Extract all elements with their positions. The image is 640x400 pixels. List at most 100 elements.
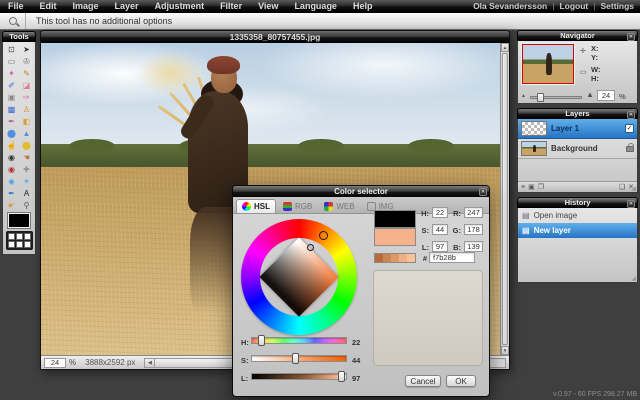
user-name[interactable]: Ola Sevandersson xyxy=(473,1,547,11)
menu-language[interactable]: Language xyxy=(286,1,345,11)
tool-sharpen-button[interactable]: ▲ xyxy=(19,127,34,139)
tool-eraser-button[interactable]: ◪ xyxy=(19,79,34,91)
recent-swatch[interactable] xyxy=(399,254,407,262)
tool-draw-button[interactable]: ✒ xyxy=(4,115,19,127)
h-slider[interactable] xyxy=(251,337,347,344)
vertical-scrollbar[interactable]: ▲ ▼ xyxy=(500,43,509,355)
swatch-palette[interactable] xyxy=(6,231,33,250)
g-field-input[interactable] xyxy=(464,224,483,235)
settings-link[interactable]: Settings xyxy=(600,1,634,11)
tool-gradient-button[interactable]: ▩ xyxy=(4,103,19,115)
scroll-down-icon[interactable]: ▼ xyxy=(501,346,509,355)
tool-zoom-button[interactable]: ⚲ xyxy=(19,199,34,211)
history-titlebar[interactable]: History ✕ xyxy=(517,197,638,208)
tool-clone-stamp-button[interactable]: ▣ xyxy=(4,91,19,103)
color-wheel[interactable] xyxy=(241,219,357,335)
l-field-input[interactable] xyxy=(432,241,448,252)
tools-panel-titlebar[interactable]: Tools xyxy=(2,31,36,42)
lock-icon[interactable] xyxy=(626,146,634,152)
dialog-titlebar[interactable]: Color selector ✕ xyxy=(233,186,489,197)
tool-marquee-button[interactable]: ▭ xyxy=(4,55,19,67)
close-icon[interactable]: ✕ xyxy=(627,111,635,119)
navigator-titlebar[interactable]: Navigator ✕ xyxy=(517,30,638,41)
zoom-out-icon[interactable]: ▲ xyxy=(521,93,526,99)
r-field-input[interactable] xyxy=(464,207,483,218)
close-icon[interactable]: ✕ xyxy=(627,33,635,41)
layer-row-background[interactable]: Background xyxy=(518,139,637,159)
menu-layer[interactable]: Layer xyxy=(107,1,147,11)
tool-smudge-button[interactable]: ☝ xyxy=(4,139,19,151)
tool-type-button[interactable]: A xyxy=(19,187,34,199)
h-field-input[interactable] xyxy=(432,207,448,218)
tool-dodge-button[interactable]: ◉ xyxy=(4,151,19,163)
tool-crop-button[interactable]: ⊡ xyxy=(4,43,19,55)
tool-burn-button[interactable]: ☚ xyxy=(19,151,34,163)
close-icon[interactable]: ✕ xyxy=(479,188,487,196)
l-slider[interactable] xyxy=(251,373,347,380)
tool-pinch-button[interactable]: ✶ xyxy=(19,175,34,187)
navigator-thumbnail[interactable] xyxy=(522,44,574,84)
saturation-lightness-square[interactable] xyxy=(259,237,338,316)
canvas-zoom-input[interactable] xyxy=(44,358,66,368)
tab-rgb[interactable]: RGB xyxy=(278,199,317,213)
tool-blur-button[interactable]: ⬤ xyxy=(4,127,19,139)
b-field-input[interactable] xyxy=(464,241,483,252)
s-slider-thumb[interactable] xyxy=(292,353,299,364)
layer-visibility-checkbox[interactable]: ✓ xyxy=(625,124,634,133)
recent-swatch[interactable] xyxy=(391,254,399,262)
tool-pencil-button[interactable]: ✎ xyxy=(19,67,34,79)
recent-swatch[interactable] xyxy=(407,254,415,262)
hue-marker[interactable] xyxy=(319,231,328,240)
layer-mask-icon[interactable]: ▣ xyxy=(528,183,535,191)
menu-image[interactable]: Image xyxy=(65,1,107,11)
recent-swatch[interactable] xyxy=(375,254,383,262)
image-window-titlebar[interactable]: 1335358_80757455.jpg xyxy=(41,31,509,43)
history-item-new-layer[interactable]: ▤ New layer xyxy=(518,223,637,238)
l-slider-thumb[interactable] xyxy=(338,371,345,382)
swatch[interactable] xyxy=(8,241,15,248)
tool-wand-button[interactable]: ✦ xyxy=(4,67,19,79)
menu-adjustment[interactable]: Adjustment xyxy=(147,1,213,11)
swatch[interactable] xyxy=(24,241,31,248)
swatch[interactable] xyxy=(24,233,31,240)
tool-color-replace-button[interactable]: ✑ xyxy=(19,91,34,103)
recent-swatch[interactable] xyxy=(383,254,391,262)
menu-filter[interactable]: Filter xyxy=(212,1,250,11)
s-slider[interactable] xyxy=(251,355,347,362)
new-layer-icon[interactable]: ❏ xyxy=(619,183,625,191)
tool-color-picker-button[interactable]: ✒ xyxy=(4,187,19,199)
recent-colors[interactable] xyxy=(374,253,416,263)
vertical-scroll-thumb[interactable] xyxy=(502,53,508,345)
tool-red-eye-button[interactable]: ◉ xyxy=(4,163,19,175)
resize-grip-icon[interactable]: ◢ xyxy=(631,185,636,192)
navigator-zoom-input[interactable] xyxy=(597,90,615,101)
menu-file[interactable]: File xyxy=(0,1,32,11)
tool-spot-heal-button[interactable]: ✚ xyxy=(19,163,34,175)
menu-view[interactable]: View xyxy=(250,1,286,11)
navigator-zoom-slider[interactable] xyxy=(530,96,582,99)
close-icon[interactable]: ✕ xyxy=(627,200,635,208)
h-slider-thumb[interactable] xyxy=(258,335,265,346)
tool-sponge-button[interactable]: ⬤ xyxy=(19,139,34,151)
scroll-up-icon[interactable]: ▲ xyxy=(501,43,509,52)
zoom-in-icon[interactable]: ▲ xyxy=(586,90,594,99)
menu-edit[interactable]: Edit xyxy=(32,1,65,11)
layers-titlebar[interactable]: Layers ✕ xyxy=(517,108,638,119)
swatch[interactable] xyxy=(16,233,23,240)
tool-move-button[interactable]: ➤ xyxy=(19,43,34,55)
swatch[interactable] xyxy=(16,241,23,248)
tool-bloat-button[interactable]: ◆ xyxy=(4,175,19,187)
s-field-input[interactable] xyxy=(432,224,448,235)
tool-stamp-button[interactable]: ♙ xyxy=(19,103,34,115)
color-marker[interactable] xyxy=(307,244,314,251)
tab-hsl[interactable]: HSL xyxy=(236,199,276,213)
cancel-button[interactable]: Cancel xyxy=(405,375,441,387)
tool-lasso-button[interactable]: ✇ xyxy=(19,55,34,67)
tool-hand-button[interactable]: ☛ xyxy=(4,199,19,211)
logout-link[interactable]: Logout xyxy=(559,1,588,11)
menu-help[interactable]: Help xyxy=(345,1,381,11)
tab-web[interactable]: WEB xyxy=(319,199,359,213)
layer-group-icon[interactable]: ❐ xyxy=(538,183,544,191)
layer-menu-icon[interactable]: ≡ xyxy=(521,184,525,191)
tool-brush-button[interactable]: ✐ xyxy=(4,79,19,91)
